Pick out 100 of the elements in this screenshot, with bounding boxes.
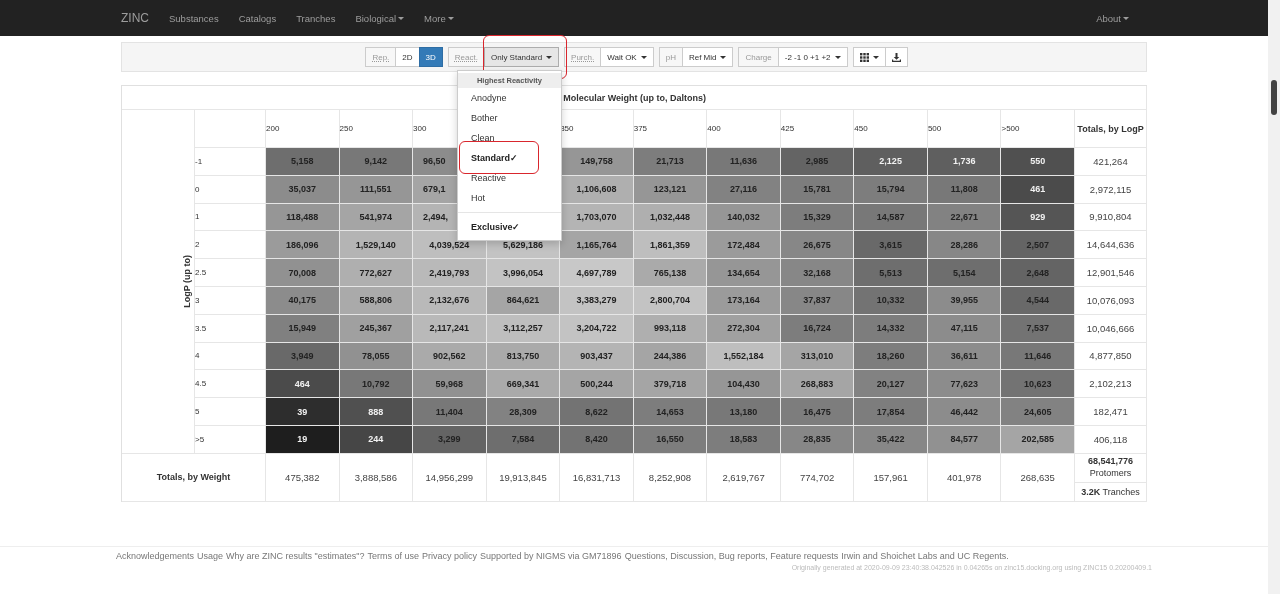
footer-link[interactable]: Questions, Discussion, Bug reports, Feature requests bbox=[624, 550, 839, 561]
tranche-cell[interactable]: 140,032 bbox=[707, 203, 781, 232]
tranche-cell[interactable]: 9,142 bbox=[339, 148, 414, 176]
tranche-cell[interactable]: 2,132,676 bbox=[413, 287, 487, 315]
menu-item[interactable]: Anodyne bbox=[457, 93, 507, 103]
tranche-cell[interactable]: 123,121 bbox=[633, 175, 708, 204]
tranche-cell[interactable]: 244 bbox=[339, 425, 414, 454]
tranche-cell[interactable]: 19 bbox=[266, 425, 340, 454]
tranche-cell[interactable]: 27,116 bbox=[707, 175, 781, 204]
tranche-cell[interactable]: 7,584 bbox=[486, 425, 561, 454]
tranche-cell[interactable]: 16,475 bbox=[780, 398, 855, 426]
tranche-cell[interactable]: 14,332 bbox=[854, 314, 928, 343]
tranche-cell[interactable]: 464 bbox=[266, 370, 340, 399]
tranche-cell[interactable]: 47,115 bbox=[927, 314, 1002, 343]
tranche-cell[interactable]: 40,175 bbox=[266, 287, 340, 315]
tranche-cell[interactable]: 10,792 bbox=[339, 370, 414, 399]
tranche-cell[interactable]: 313,010 bbox=[780, 342, 855, 371]
tranche-cell[interactable]: 22,671 bbox=[927, 203, 1002, 232]
tranche-cell[interactable]: 272,304 bbox=[707, 314, 781, 343]
tranche-cell[interactable]: 24,605 bbox=[1001, 398, 1075, 426]
footer-link[interactable]: Acknowledgements bbox=[116, 550, 195, 561]
tranche-cell[interactable]: 28,286 bbox=[927, 231, 1002, 260]
footer-link[interactable]: Privacy policy bbox=[422, 550, 478, 561]
tranche-cell[interactable]: 4,697,789 bbox=[560, 259, 634, 287]
tranche-cell[interactable]: 3,615 bbox=[854, 231, 928, 260]
menu-item[interactable]: Hot bbox=[457, 193, 485, 203]
tranche-cell[interactable]: 1,736 bbox=[927, 148, 1002, 176]
tranche-cell[interactable]: 16,724 bbox=[780, 314, 855, 343]
tranche-cell[interactable]: 15,781 bbox=[780, 175, 855, 204]
tranche-cell[interactable]: 21,713 bbox=[633, 148, 708, 176]
tranche-cell[interactable]: 268,883 bbox=[780, 370, 855, 399]
tranche-cell[interactable]: 244,386 bbox=[633, 342, 708, 371]
tranche-cell[interactable]: 1,861,359 bbox=[633, 231, 708, 260]
tranche-cell[interactable]: 1,529,140 bbox=[339, 231, 414, 260]
footer-link[interactable]: Terms of use bbox=[367, 550, 420, 561]
tranche-cell[interactable]: 8,420 bbox=[560, 425, 634, 454]
tranche-cell[interactable]: 78,055 bbox=[339, 342, 414, 371]
nav-link[interactable]: Tranches bbox=[296, 12, 336, 24]
tranche-cell[interactable]: 15,949 bbox=[266, 314, 340, 343]
tranche-cell[interactable]: 32,168 bbox=[780, 259, 855, 287]
footer-link[interactable]: Irwin and Shoichet Labs and UC Regents. bbox=[841, 550, 1009, 561]
tranche-cell[interactable]: 903,437 bbox=[560, 342, 634, 371]
tranche-cell[interactable]: 1,165,764 bbox=[560, 231, 634, 260]
nav-link[interactable]: Catalogs bbox=[238, 12, 277, 24]
tranche-cell[interactable]: 70,008 bbox=[266, 259, 340, 287]
tranche-cell[interactable]: 104,430 bbox=[707, 370, 781, 399]
tranche-cell[interactable]: 149,758 bbox=[560, 148, 634, 176]
tranche-cell[interactable]: 26,675 bbox=[780, 231, 855, 260]
tranche-cell[interactable]: 3,204,722 bbox=[560, 314, 634, 343]
footer-link[interactable]: Supported by NIGMS via GM71896 bbox=[480, 550, 622, 561]
tranche-cell[interactable]: 14,587 bbox=[854, 203, 928, 232]
tranche-cell[interactable]: 2,125 bbox=[854, 148, 928, 176]
dropdown-button[interactable]: -2 -1 0 +1 +2 bbox=[777, 47, 848, 67]
nav-link[interactable]: About bbox=[1096, 12, 1129, 24]
tranche-cell[interactable]: 902,562 bbox=[413, 342, 487, 371]
tranche-cell[interactable]: 669,341 bbox=[486, 370, 561, 399]
tranche-cell[interactable]: 765,138 bbox=[633, 259, 708, 287]
download-button[interactable] bbox=[884, 47, 908, 67]
tranche-cell[interactable]: 202,585 bbox=[1001, 425, 1075, 454]
tranche-cell[interactable]: 1,552,184 bbox=[707, 342, 781, 371]
tranche-cell[interactable]: 813,750 bbox=[486, 342, 561, 371]
tranche-cell[interactable]: 16,550 bbox=[633, 425, 708, 454]
nav-link[interactable]: More bbox=[424, 12, 454, 24]
tranche-cell[interactable]: 118,488 bbox=[266, 203, 340, 232]
tranche-cell[interactable]: 84,577 bbox=[927, 425, 1002, 454]
tranche-cell[interactable]: 13,180 bbox=[707, 398, 781, 426]
tranche-cell[interactable]: 3,383,279 bbox=[560, 287, 634, 315]
tranche-cell[interactable]: 2,419,793 bbox=[413, 259, 487, 287]
footer-link[interactable]: Usage bbox=[197, 550, 224, 561]
dropdown-button[interactable]: Only Standard bbox=[483, 47, 560, 67]
tranche-cell[interactable]: 59,968 bbox=[413, 370, 487, 399]
tranche-cell[interactable]: 134,654 bbox=[707, 259, 781, 287]
tranche-cell[interactable]: 500,244 bbox=[560, 370, 634, 399]
tranche-cell[interactable]: 35,037 bbox=[266, 175, 340, 204]
tranche-cell[interactable]: 461 bbox=[1001, 175, 1075, 204]
brand-link[interactable]: ZINC bbox=[121, 11, 149, 25]
tranche-cell[interactable]: 20,127 bbox=[854, 370, 928, 399]
tranche-cell[interactable]: 541,974 bbox=[339, 203, 414, 232]
tranche-cell[interactable]: 28,835 bbox=[780, 425, 855, 454]
tranche-cell[interactable]: 864,621 bbox=[486, 287, 561, 315]
tranche-cell[interactable]: 5,513 bbox=[854, 259, 928, 287]
tranche-cell[interactable]: 10,332 bbox=[854, 287, 928, 315]
tranche-cell[interactable]: 2,800,704 bbox=[633, 287, 708, 315]
tranche-cell[interactable]: 1,703,070 bbox=[560, 203, 634, 232]
tranche-cell[interactable]: 888 bbox=[339, 398, 414, 426]
tranche-cell[interactable]: 111,551 bbox=[339, 175, 414, 204]
tranche-cell[interactable]: 588,806 bbox=[339, 287, 414, 315]
dropdown-button[interactable]: Wait OK bbox=[600, 47, 654, 67]
tranche-cell[interactable]: 39 bbox=[266, 398, 340, 426]
toggle-button[interactable]: 3D bbox=[418, 47, 443, 67]
tranche-cell[interactable]: 772,627 bbox=[339, 259, 414, 287]
tranche-cell[interactable]: 4,544 bbox=[1001, 287, 1075, 315]
tranche-cell[interactable]: 37,837 bbox=[780, 287, 855, 315]
tranche-cell[interactable]: 929 bbox=[1001, 203, 1075, 232]
nav-link[interactable]: Substances bbox=[169, 12, 219, 24]
tranche-cell[interactable]: 15,794 bbox=[854, 175, 928, 204]
tranche-cell[interactable]: 379,718 bbox=[633, 370, 708, 399]
tranche-cell[interactable]: 245,367 bbox=[339, 314, 414, 343]
tranche-cell[interactable]: 35,422 bbox=[854, 425, 928, 454]
tranche-cell[interactable]: 3,949 bbox=[266, 342, 340, 371]
